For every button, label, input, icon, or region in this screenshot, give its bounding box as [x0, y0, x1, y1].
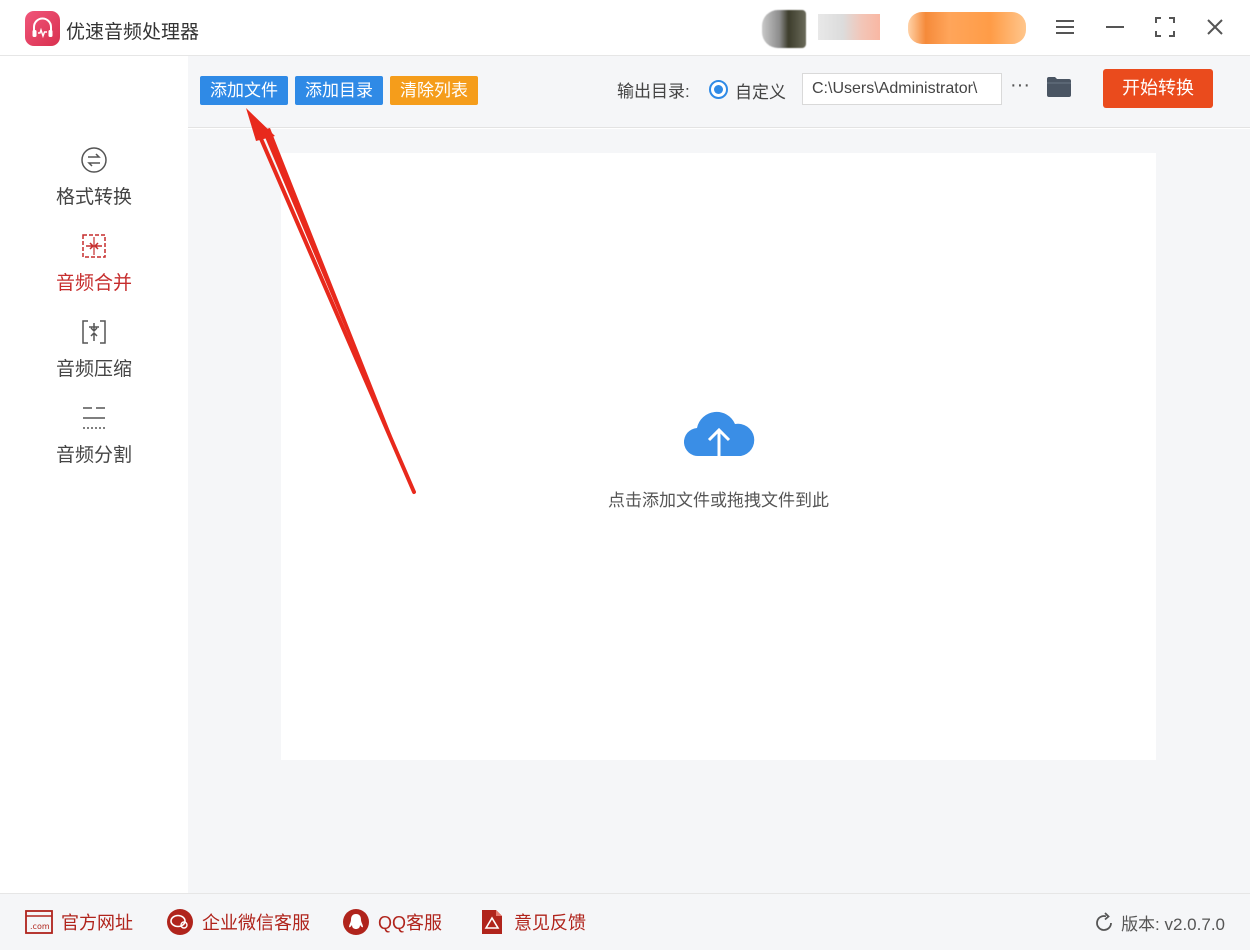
format-convert-icon	[80, 146, 108, 174]
sidebar-item-label: 音频压缩	[55, 359, 132, 380]
drop-zone-hint: 点击添加文件或拖拽文件到此	[608, 491, 829, 510]
sidebar-item-format-convert[interactable]: 格式转换	[0, 146, 188, 228]
toolbar: 添加文件 添加目录 清除列表 输出目录: 自定义 C:\Users\Admini…	[188, 56, 1250, 128]
app-title: 优速音频处理器	[66, 22, 200, 43]
footer: .com 官方网址 企业微信客服 QQ客服 意见反馈 版本: v2.0.7.0	[0, 893, 1250, 950]
open-folder-icon[interactable]	[1046, 76, 1072, 100]
main-area: 点击添加文件或拖拽文件到此	[188, 129, 1250, 893]
add-file-button[interactable]: 添加文件	[200, 76, 288, 105]
qq-support-link[interactable]: QQ客服	[342, 908, 442, 936]
audio-compress-icon	[80, 318, 108, 346]
feedback-link[interactable]: 意见反馈	[478, 908, 586, 936]
website-icon: .com	[25, 908, 53, 936]
sidebar-item-audio-split[interactable]: 音频分割	[0, 404, 188, 486]
feedback-icon	[478, 908, 506, 936]
version-label: 版本: v2.0.7.0	[1121, 915, 1225, 934]
official-website-link[interactable]: .com 官方网址	[25, 908, 133, 936]
version-info[interactable]: 版本: v2.0.7.0	[1093, 910, 1225, 935]
refresh-icon	[1093, 911, 1115, 934]
menu-icon[interactable]	[1050, 12, 1080, 42]
file-drop-zone[interactable]: 点击添加文件或拖拽文件到此	[281, 153, 1156, 760]
add-folder-button[interactable]: 添加目录	[295, 76, 383, 105]
audio-split-icon	[80, 404, 108, 432]
clear-list-button[interactable]: 清除列表	[390, 76, 478, 105]
minimize-icon[interactable]	[1100, 12, 1130, 42]
maximize-icon[interactable]	[1150, 12, 1180, 42]
sidebar-item-audio-compress[interactable]: 音频压缩	[0, 318, 188, 400]
qq-icon	[342, 908, 370, 936]
wechat-support-link[interactable]: 企业微信客服	[166, 908, 310, 936]
user-name	[818, 14, 880, 40]
custom-directory-radio[interactable]	[709, 80, 728, 99]
audio-merge-icon	[80, 232, 108, 260]
feedback-label[interactable]: 意见反馈	[514, 909, 586, 935]
more-options-button[interactable]: ···	[1008, 70, 1032, 100]
sidebar: 格式转换 音频合并 音频压缩 音频分割	[0, 56, 188, 893]
title-bar: 优速音频处理器	[0, 0, 1250, 56]
wechat-support-label[interactable]: 企业微信客服	[202, 909, 310, 935]
wechat-icon	[166, 908, 194, 936]
close-icon[interactable]	[1200, 12, 1230, 42]
sidebar-item-label: 格式转换	[55, 187, 132, 208]
start-convert-button[interactable]: 开始转换	[1103, 69, 1213, 108]
app-logo-icon	[25, 11, 60, 46]
qq-support-label[interactable]: QQ客服	[378, 909, 442, 935]
output-path-input[interactable]: C:\Users\Administrator\	[802, 73, 1002, 105]
cloud-upload-icon[interactable]	[681, 408, 757, 474]
svg-text:.com: .com	[30, 922, 50, 931]
output-directory-label: 输出目录:	[617, 82, 690, 101]
sidebar-item-label: 音频合并	[55, 273, 132, 294]
sidebar-item-audio-merge[interactable]: 音频合并	[0, 232, 188, 314]
user-avatar[interactable]	[762, 10, 806, 48]
official-website-label[interactable]: 官方网址	[61, 909, 133, 935]
custom-directory-label[interactable]: 自定义	[735, 78, 786, 103]
vip-badge[interactable]	[908, 12, 1026, 44]
sidebar-item-label: 音频分割	[55, 445, 132, 466]
